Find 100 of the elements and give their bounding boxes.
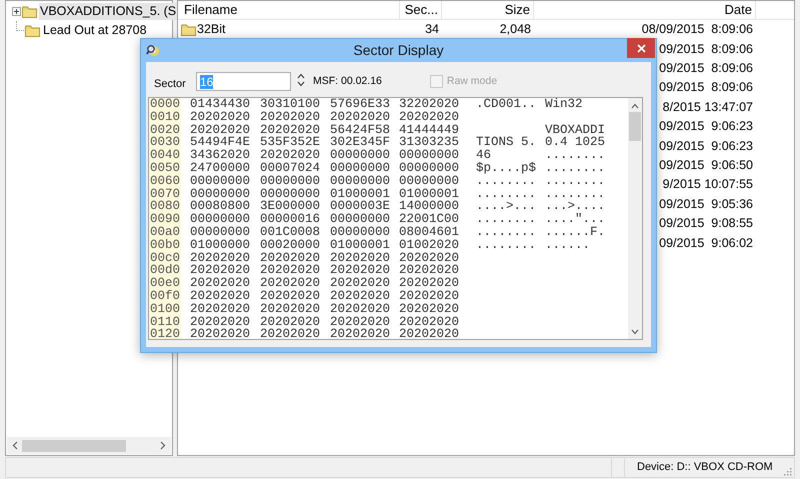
table-cell-text: 09/2015 8:09:06: [659, 40, 753, 58]
table-cell-text: 09/2015 8:09:06: [659, 79, 753, 96]
hex-bytes: 14000000: [399, 199, 460, 214]
hex-bytes: 20202020: [260, 276, 320, 290]
column-header[interactable]: Filename: [178, 1, 400, 19]
hex-bytes: 31303235: [399, 135, 460, 150]
hex-bytes: 00000000: [190, 174, 250, 188]
ascii-text: 46: [476, 148, 492, 162]
ascii-text: 0.4 1025: [545, 135, 606, 150]
hex-bytes: 00000000: [330, 224, 390, 239]
hex-bytes: 00000016: [260, 212, 320, 226]
spin-down-icon[interactable]: [297, 81, 305, 87]
hex-bytes: 20202020: [330, 263, 390, 278]
ascii-text: ......F.: [545, 224, 606, 239]
ascii-text: Win32: [545, 98, 583, 111]
hex-bytes: 00000000: [399, 160, 460, 175]
hex-bytes: 20202020: [190, 276, 250, 290]
hex-bytes: 22001C00: [399, 212, 460, 226]
scroll-up-icon[interactable]: [631, 103, 639, 109]
ascii-text: .CD001..: [476, 98, 536, 111]
column-header[interactable]: Date: [534, 1, 756, 19]
table-cell-text: 09/2015 9:05:36: [659, 196, 753, 213]
ascii-text: TIONS 5.: [476, 135, 536, 150]
hex-bytes: 20202020: [399, 314, 460, 329]
hex-bytes: 20202020: [260, 288, 320, 303]
scroll-right-icon[interactable]: [160, 441, 166, 450]
hex-address: 0000: [149, 98, 181, 111]
table-cell-text: 08/09/2015 8:09:06: [642, 21, 753, 38]
hex-address: 0100: [149, 302, 181, 316]
folder-icon: [25, 24, 40, 36]
tree-item[interactable]: Lead Out at 28708: [42, 22, 148, 39]
hex-bytes: 30310100: [260, 98, 320, 111]
hex-bytes: 20202020: [260, 122, 320, 137]
hex-address: 0090: [149, 213, 181, 226]
column-header[interactable]: Size: [442, 1, 534, 19]
hex-bytes: 20202020: [399, 302, 460, 316]
ascii-text: ......: [545, 238, 590, 252]
close-icon: [636, 44, 646, 52]
hex-bytes: 00000000: [190, 224, 250, 239]
hex-bytes: 00007024: [260, 160, 320, 175]
expander-icon[interactable]: [12, 7, 21, 16]
ascii-text: VBOXADDI: [545, 122, 606, 137]
hex-address: 0070: [149, 188, 181, 200]
hex-bytes: 20202020: [399, 250, 460, 265]
tree-item[interactable]: VBOXADDITIONS_5. (S: [39, 3, 178, 20]
hex-bytes: 54494F4E: [190, 135, 250, 150]
hex-address: 00b0: [149, 238, 181, 252]
hex-bytes: 20202020: [399, 327, 460, 339]
hex-address: 0050: [149, 162, 181, 175]
hex-bytes: 20202020: [330, 302, 390, 316]
hex-address: 00f0: [149, 290, 181, 303]
hex-bytes: 20202020: [190, 314, 250, 329]
table-cell-text: 09/2015 9:06:50: [659, 157, 753, 174]
hex-bytes: 01000001: [330, 238, 390, 252]
hex-bytes: 20202020: [260, 302, 320, 316]
hex-bytes: 34362020: [190, 148, 250, 162]
close-button[interactable]: [627, 38, 655, 58]
table-cell-text: 09/2015 9:06:02: [659, 234, 753, 252]
ascii-text: $p....p$: [476, 160, 536, 175]
vertical-scrollbar[interactable]: [628, 98, 642, 339]
file-name: 32Bit: [197, 21, 226, 38]
horizontal-scrollbar[interactable]: [7, 437, 171, 454]
scroll-left-icon[interactable]: [12, 441, 18, 450]
spin-up-icon[interactable]: [297, 73, 305, 79]
sector-label: Sector: [154, 77, 187, 92]
hex-bytes: 20202020: [330, 314, 390, 329]
raw-mode-label: Raw mode: [446, 74, 498, 89]
scroll-down-icon[interactable]: [631, 329, 639, 335]
column-header[interactable]: Sec...: [400, 1, 442, 19]
hex-bytes: 00000000: [260, 174, 320, 188]
hex-bytes: 20202020: [399, 288, 460, 303]
hex-address: 0120: [149, 328, 181, 339]
hex-bytes: 00000000: [190, 186, 250, 201]
hex-bytes: 0000003E: [330, 199, 390, 214]
hex-address: 0020: [149, 124, 181, 136]
hex-bytes: 01000001: [330, 186, 390, 201]
hex-address: 0040: [149, 149, 181, 162]
hex-bytes: 00000000: [330, 160, 390, 175]
hex-address: 0080: [149, 200, 181, 214]
msf-label: MSF: 00.02.16: [313, 74, 382, 89]
scrollbar-thumb[interactable]: [22, 440, 126, 452]
ascii-text: ........: [545, 186, 606, 201]
hex-bytes: 00000000: [399, 174, 460, 188]
scrollbar-thumb[interactable]: [629, 112, 641, 141]
hex-bytes: 24700000: [190, 160, 250, 175]
dialog-title: Sector Display: [353, 41, 444, 60]
hex-address: 00a0: [149, 226, 181, 239]
hex-bytes: 01434430: [190, 98, 250, 111]
hex-bytes: 20202020: [330, 288, 390, 303]
hex-bytes: 20202020: [260, 263, 320, 278]
hex-bytes: 00000000: [330, 212, 390, 226]
hex-bytes: 20202020: [260, 250, 320, 265]
hex-bytes: 001C0008: [260, 224, 320, 239]
hex-bytes: 20202020: [260, 110, 320, 124]
hex-address: 00c0: [149, 252, 181, 264]
hex-bytes: 01002020: [399, 238, 460, 252]
ascii-text: ........: [476, 224, 536, 239]
table-cell-text: 09/2015 9:06:23: [659, 138, 753, 155]
hex-bytes: 20202020: [260, 314, 320, 329]
hex-bytes: 20202020: [190, 288, 250, 303]
